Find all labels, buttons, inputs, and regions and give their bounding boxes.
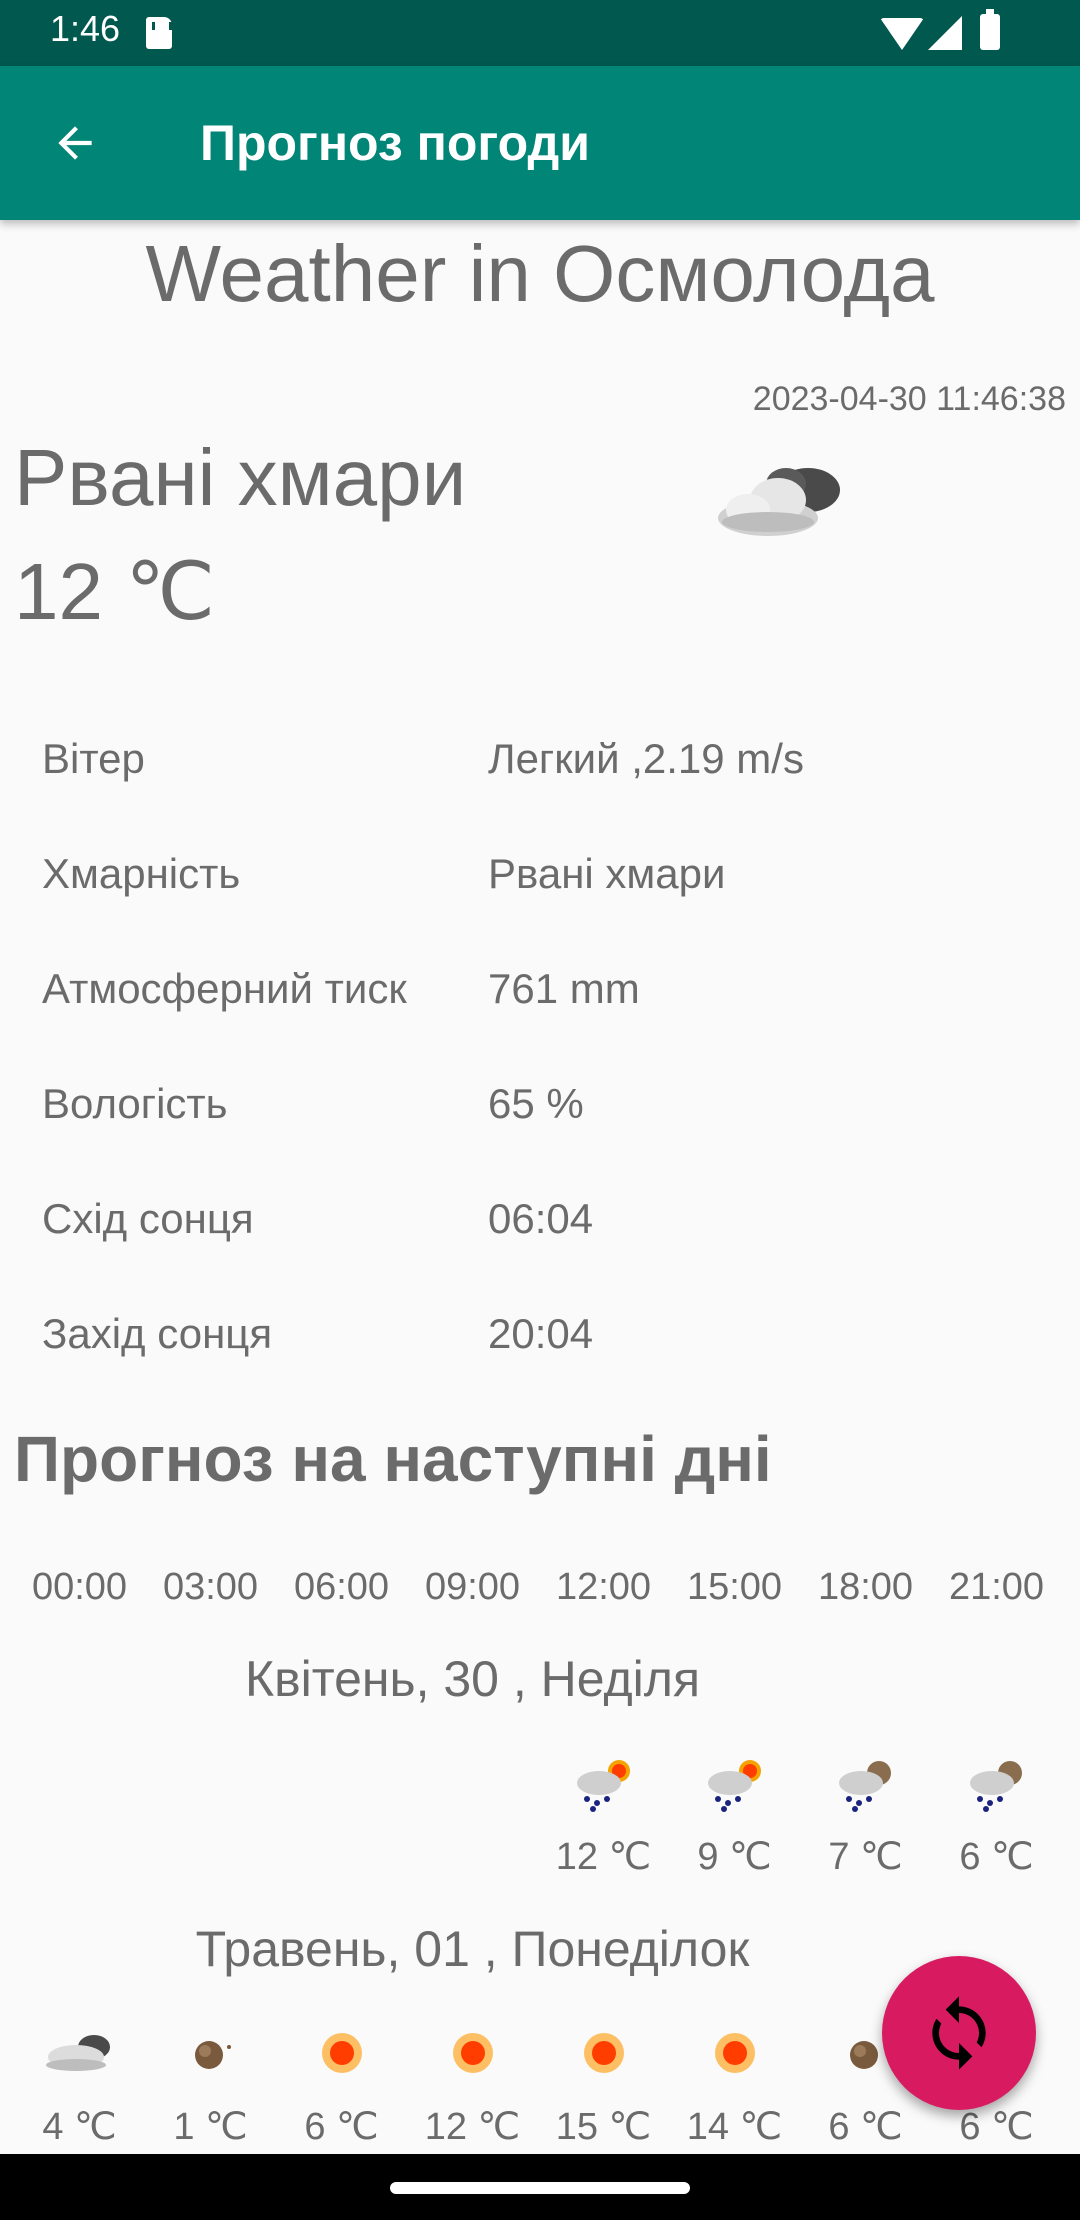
forecast-temp: 6 ℃ — [959, 1836, 1034, 1878]
refresh-icon — [932, 1996, 986, 2070]
battery-icon — [980, 9, 1000, 50]
detail-label-cloudiness: Хмарність — [42, 850, 241, 897]
status-time: 1:46 — [50, 8, 121, 49]
hour-label: 03:00 — [162, 1566, 259, 1608]
forecast-temp: 1 ℃ — [173, 2106, 248, 2148]
sd-card-icon — [146, 17, 172, 49]
detail-label-sunrise: Схід сонця — [42, 1195, 254, 1242]
detail-label-pressure: Атмосферний тиск — [42, 965, 407, 1012]
detail-value-cloudiness: Рвані хмари — [488, 850, 726, 897]
signal-icon — [928, 16, 962, 50]
forecast-temp: 6 ℃ — [828, 2106, 903, 2148]
city-title: Weather in Осмолода — [145, 229, 935, 318]
forecast-temp: 4 ℃ — [42, 2106, 117, 2148]
hour-label: 21:00 — [948, 1566, 1045, 1608]
home-gesture-handle[interactable] — [390, 2182, 690, 2194]
detail-value-sunset: 20:04 — [488, 1310, 594, 1357]
rain-night-icon — [931, 1755, 1062, 1815]
hour-label: 09:00 — [424, 1566, 521, 1608]
wifi-icon — [880, 18, 924, 50]
broken-clouds-icon — [14, 2025, 145, 2085]
rain-night-icon — [800, 1755, 931, 1815]
hour-label: 06:00 — [293, 1566, 390, 1608]
detail-value-humidity: 65 % — [488, 1080, 584, 1127]
forecast-temp: 7 ℃ — [828, 1836, 903, 1878]
detail-value-sunrise: 06:04 — [488, 1195, 594, 1242]
current-temperature: 12 ℃ — [14, 547, 216, 636]
status-bar: 1:46 — [0, 0, 1080, 66]
sun-icon — [538, 2025, 669, 2085]
detail-label-wind: Вітер — [42, 735, 145, 782]
hour-label: 15:00 — [686, 1566, 783, 1608]
clear-night-icon — [145, 2025, 276, 2085]
hour-label: 12:00 — [555, 1566, 652, 1608]
forecast-heading: Прогноз на наступні дні — [14, 1423, 772, 1495]
forecast-temp: 12 ℃ — [555, 1836, 652, 1878]
forecast-temp: 12 ℃ — [424, 2106, 521, 2148]
hour-label: 00:00 — [31, 1566, 128, 1608]
detail-label-sunset: Захід сонця — [42, 1310, 273, 1357]
sun-icon — [407, 2025, 538, 2085]
hour-label: 18:00 — [817, 1566, 914, 1608]
arrow-back-icon[interactable] — [50, 118, 100, 168]
detail-value-pressure: 761 mm — [488, 965, 640, 1012]
rain-sun-icon — [538, 1755, 669, 1815]
detail-value-wind: Легкий ,2.19 m/s — [488, 735, 804, 782]
forecast-temp: 14 ℃ — [686, 2106, 783, 2148]
rain-sun-icon — [669, 1755, 800, 1815]
forecast-temp: 6 ℃ — [959, 2106, 1034, 2148]
update-datetime: 2023-04-30 11:46:38 — [752, 380, 1066, 418]
detail-label-humidity: Вологість — [42, 1080, 228, 1127]
weather-description: Рвані хмари — [14, 433, 467, 522]
day-heading: Квітень, 30 , Неділя — [244, 1651, 701, 1707]
app-title: Прогноз погоди — [200, 115, 590, 171]
forecast-temp: 6 ℃ — [304, 2106, 379, 2148]
app-bar: Прогноз погоди — [0, 66, 1080, 220]
day-heading: Травень, 01 , Понеділок — [195, 1921, 750, 1977]
sun-icon — [276, 2025, 407, 2085]
refresh-button[interactable] — [882, 1956, 1036, 2110]
forecast-temp: 15 ℃ — [555, 2106, 652, 2148]
forecast-temp: 9 ℃ — [697, 1836, 772, 1878]
broken-clouds-icon — [708, 450, 858, 555]
sun-icon — [669, 2025, 800, 2085]
